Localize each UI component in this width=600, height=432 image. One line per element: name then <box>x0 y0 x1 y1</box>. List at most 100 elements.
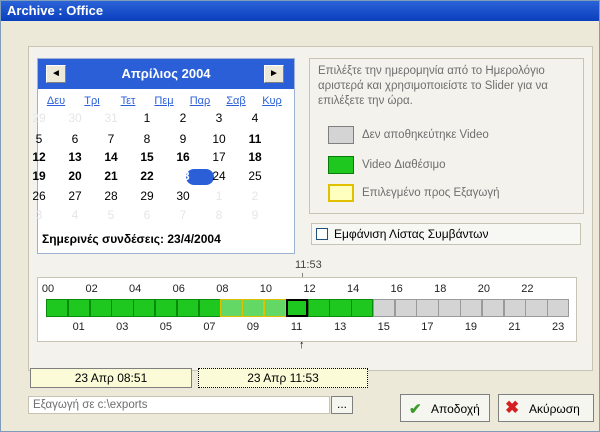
today-connections: Σημερινές συνδέσεις: 23/4/2004 <box>42 232 221 246</box>
calendar-day[interactable]: 14 <box>95 150 127 164</box>
hour-slot[interactable] <box>263 299 287 317</box>
legend-swatch-selected <box>328 184 354 202</box>
calendar-day[interactable]: 25 <box>239 169 271 183</box>
hour-slot[interactable] <box>416 299 439 317</box>
close-icon: ✖ <box>505 398 520 417</box>
hour-slot[interactable] <box>438 299 461 317</box>
calendar-day[interactable]: 4 <box>239 111 271 125</box>
calendar-day[interactable]: 12 <box>23 150 55 164</box>
calendar-day[interactable]: 19 <box>23 169 55 183</box>
calendar-day[interactable]: 31 <box>95 111 127 125</box>
hour-tick-label: 21 <box>508 321 521 333</box>
calendar-day[interactable]: 18 <box>239 150 271 164</box>
calendar-day[interactable]: 15 <box>131 150 163 164</box>
calendar-day[interactable]: 6 <box>59 132 91 146</box>
export-path-field[interactable]: Εξαγωγή σε c:\exports <box>28 396 330 414</box>
calendar-day[interactable]: 30 <box>167 189 199 203</box>
hour-slot[interactable] <box>372 299 396 317</box>
hour-slot[interactable] <box>176 299 200 317</box>
weekday-label: Τρι <box>84 95 100 107</box>
calendar-day[interactable]: 1 <box>131 111 163 125</box>
hour-slot[interactable] <box>503 299 526 317</box>
calendar-day[interactable]: 10 <box>203 132 235 146</box>
hour-slot[interactable] <box>242 299 265 317</box>
calendar-day[interactable]: 20 <box>59 169 91 183</box>
calendar-day[interactable]: 1 <box>203 189 235 203</box>
calendar-day[interactable]: 30 <box>59 111 91 125</box>
hour-tick-label: 09 <box>246 321 260 333</box>
calendar-day[interactable]: 3 <box>23 208 55 222</box>
calendar-day[interactable]: 13 <box>59 150 91 164</box>
calendar-day[interactable]: 21 <box>95 169 127 183</box>
selection-start-field[interactable]: 23 Απρ 08:51 <box>30 368 192 388</box>
calendar-day[interactable]: 16 <box>167 150 199 164</box>
weekday-label: Κυρ <box>262 95 282 107</box>
hour-slot[interactable] <box>198 299 221 317</box>
calendar-day[interactable]: 22 <box>131 169 163 183</box>
hour-slot[interactable] <box>481 299 505 317</box>
calendar-day[interactable]: 5 <box>95 208 127 222</box>
hour-slot[interactable] <box>133 299 156 317</box>
selection-end-field[interactable]: 23 Απρ 11:53 <box>198 368 368 388</box>
hour-tick-label: 04 <box>129 283 142 295</box>
hour-slot[interactable] <box>46 299 69 317</box>
hour-slot[interactable] <box>89 299 112 317</box>
accept-button[interactable]: ✔ Αποδοχή <box>400 394 490 422</box>
hour-tick-label: 17 <box>421 321 434 333</box>
check-icon: ✔ <box>409 401 422 418</box>
hour-slot[interactable] <box>220 299 243 317</box>
calendar-day[interactable]: 26 <box>23 189 55 203</box>
calendar-day[interactable]: 17 <box>203 150 235 164</box>
weekday-label: Σαβ <box>226 95 246 107</box>
legend-label-selected: Επιλεγμένο προς Εξαγωγή <box>362 187 500 199</box>
calendar-day[interactable]: 8 <box>131 132 163 146</box>
hour-slot[interactable] <box>307 299 330 317</box>
hour-tick-label: 06 <box>172 283 185 295</box>
cancel-label: Ακύρωση <box>529 402 580 416</box>
hour-tick-label: 05 <box>159 321 172 333</box>
calendar-day[interactable]: 24 <box>203 169 235 183</box>
hour-slot[interactable] <box>460 299 483 317</box>
hour-slot[interactable] <box>547 299 570 317</box>
calendar-day[interactable]: 4 <box>59 208 91 222</box>
hour-tick-label: 20 <box>477 283 490 295</box>
hour-slot[interactable] <box>329 299 352 317</box>
calendar-day[interactable]: 6 <box>131 208 163 222</box>
accept-label: Αποδοχή <box>431 402 480 416</box>
calendar-day[interactable]: 2 <box>239 189 271 203</box>
event-list-toggle[interactable]: Εμφάνιση Λίστας Συμβάντων <box>311 223 581 245</box>
hour-slot[interactable] <box>351 299 374 317</box>
calendar-day[interactable]: 29 <box>23 111 55 125</box>
hour-slot[interactable] <box>525 299 548 317</box>
legend-swatch-no-video <box>328 126 354 144</box>
calendar-header: ◄ Απρίλιος 2004 ► <box>38 59 294 89</box>
calendar-day[interactable]: 2 <box>167 111 199 125</box>
calendar-day[interactable]: 28 <box>95 189 127 203</box>
calendar-day[interactable]: 3 <box>203 111 235 125</box>
hour-slot[interactable] <box>394 299 417 317</box>
event-list-checkbox[interactable] <box>316 228 328 240</box>
legend-label-available: Video Διαθέσιμο <box>362 159 446 171</box>
hour-tick-label: 10 <box>259 283 273 295</box>
calendar-day[interactable]: 27 <box>59 189 91 203</box>
calendar-day[interactable]: 5 <box>23 132 55 146</box>
prev-month-button[interactable]: ◄ <box>46 65 66 83</box>
cancel-button[interactable]: ✖ Ακύρωση <box>498 394 594 422</box>
hour-slot[interactable] <box>67 299 91 317</box>
cursor-time-label: 11:53 <box>295 259 322 271</box>
calendar-day[interactable]: 7 <box>95 132 127 146</box>
slider-handle-arrow[interactable]: ↑ <box>299 339 305 351</box>
calendar-day[interactable]: 23 <box>167 169 199 183</box>
browse-button[interactable]: ... <box>331 396 353 414</box>
hour-slot[interactable] <box>154 299 178 317</box>
calendar-day[interactable]: 7 <box>167 208 199 222</box>
calendar-day[interactable]: 9 <box>239 208 271 222</box>
hour-slot[interactable] <box>111 299 134 317</box>
calendar-day[interactable]: 9 <box>167 132 199 146</box>
hour-slot[interactable] <box>285 299 308 317</box>
weekday-label: Πεμ <box>154 95 174 107</box>
next-month-button[interactable]: ► <box>264 65 284 83</box>
calendar-day[interactable]: 8 <box>203 208 235 222</box>
calendar-day[interactable]: 29 <box>131 189 163 203</box>
calendar-day[interactable]: 11 <box>239 132 271 146</box>
